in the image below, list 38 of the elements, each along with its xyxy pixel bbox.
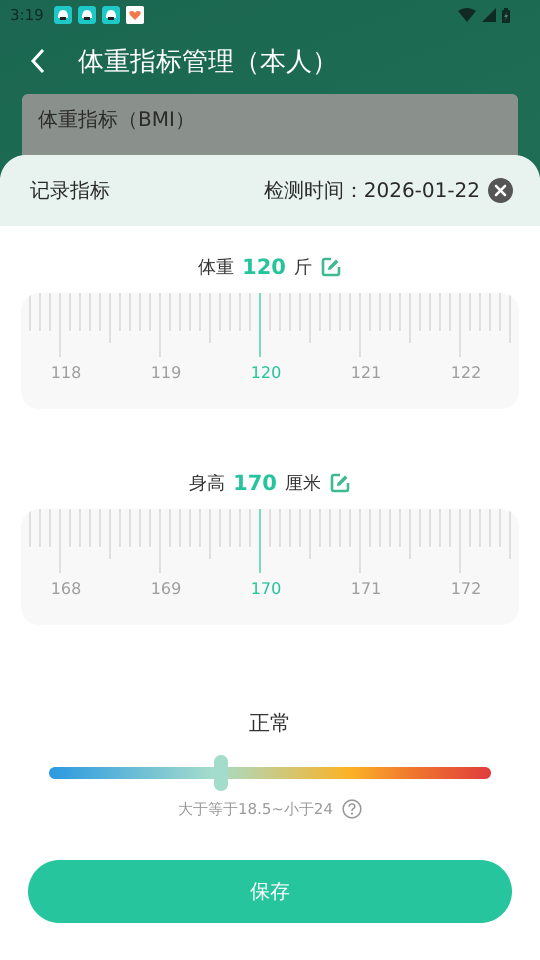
test-date: 检测时间：2026-01-22: [264, 177, 480, 204]
edit-icon[interactable]: [320, 256, 342, 278]
status-time: 3:19: [10, 6, 44, 24]
ruler-label: 170: [250, 579, 282, 598]
ruler-scale[interactable]: 168 169 170 171 172: [21, 509, 519, 625]
measure-value: 120: [242, 255, 286, 279]
app-notification-icon: [78, 6, 96, 24]
measure-unit: 斤: [294, 256, 312, 279]
ruler-label: 118: [50, 363, 82, 382]
ruler-label: 172: [450, 579, 482, 598]
bmi-status: 正常: [249, 710, 291, 737]
app-notification-icon: [102, 6, 120, 24]
ruler-label: 171: [350, 579, 382, 598]
signal-icon: [482, 8, 496, 22]
edit-icon[interactable]: [328, 472, 351, 494]
sheet-title: 记录指标: [30, 177, 110, 204]
save-button[interactable]: 保存: [28, 860, 512, 923]
ruler-label: 119: [150, 363, 182, 382]
ruler-label: 169: [150, 579, 182, 598]
heart-app-icon: [126, 6, 144, 24]
measure-label: 身高: [189, 472, 226, 495]
measure-value: 170: [233, 471, 277, 495]
normal-range: 大于等于18.5~小于24: [178, 800, 334, 818]
measure-label: 体重: [198, 256, 234, 279]
ruler-label: 168: [50, 579, 82, 598]
wifi-icon: [458, 8, 476, 22]
card-title: 体重指标（BMI）: [38, 107, 195, 131]
help-icon[interactable]: [342, 799, 362, 819]
battery-icon: [502, 8, 510, 22]
ruler-label: 122: [450, 363, 482, 382]
ruler-label: 120: [250, 363, 282, 382]
back-icon[interactable]: [30, 48, 46, 74]
measure-unit: 厘米: [284, 472, 321, 495]
app-notification-icon: [54, 6, 72, 24]
ruler-scale[interactable]: 118 119 120 121 122: [21, 293, 519, 409]
ruler-label: 121: [350, 363, 382, 382]
page-title: 体重指标管理（本人）: [78, 46, 338, 78]
close-icon[interactable]: [488, 178, 513, 203]
